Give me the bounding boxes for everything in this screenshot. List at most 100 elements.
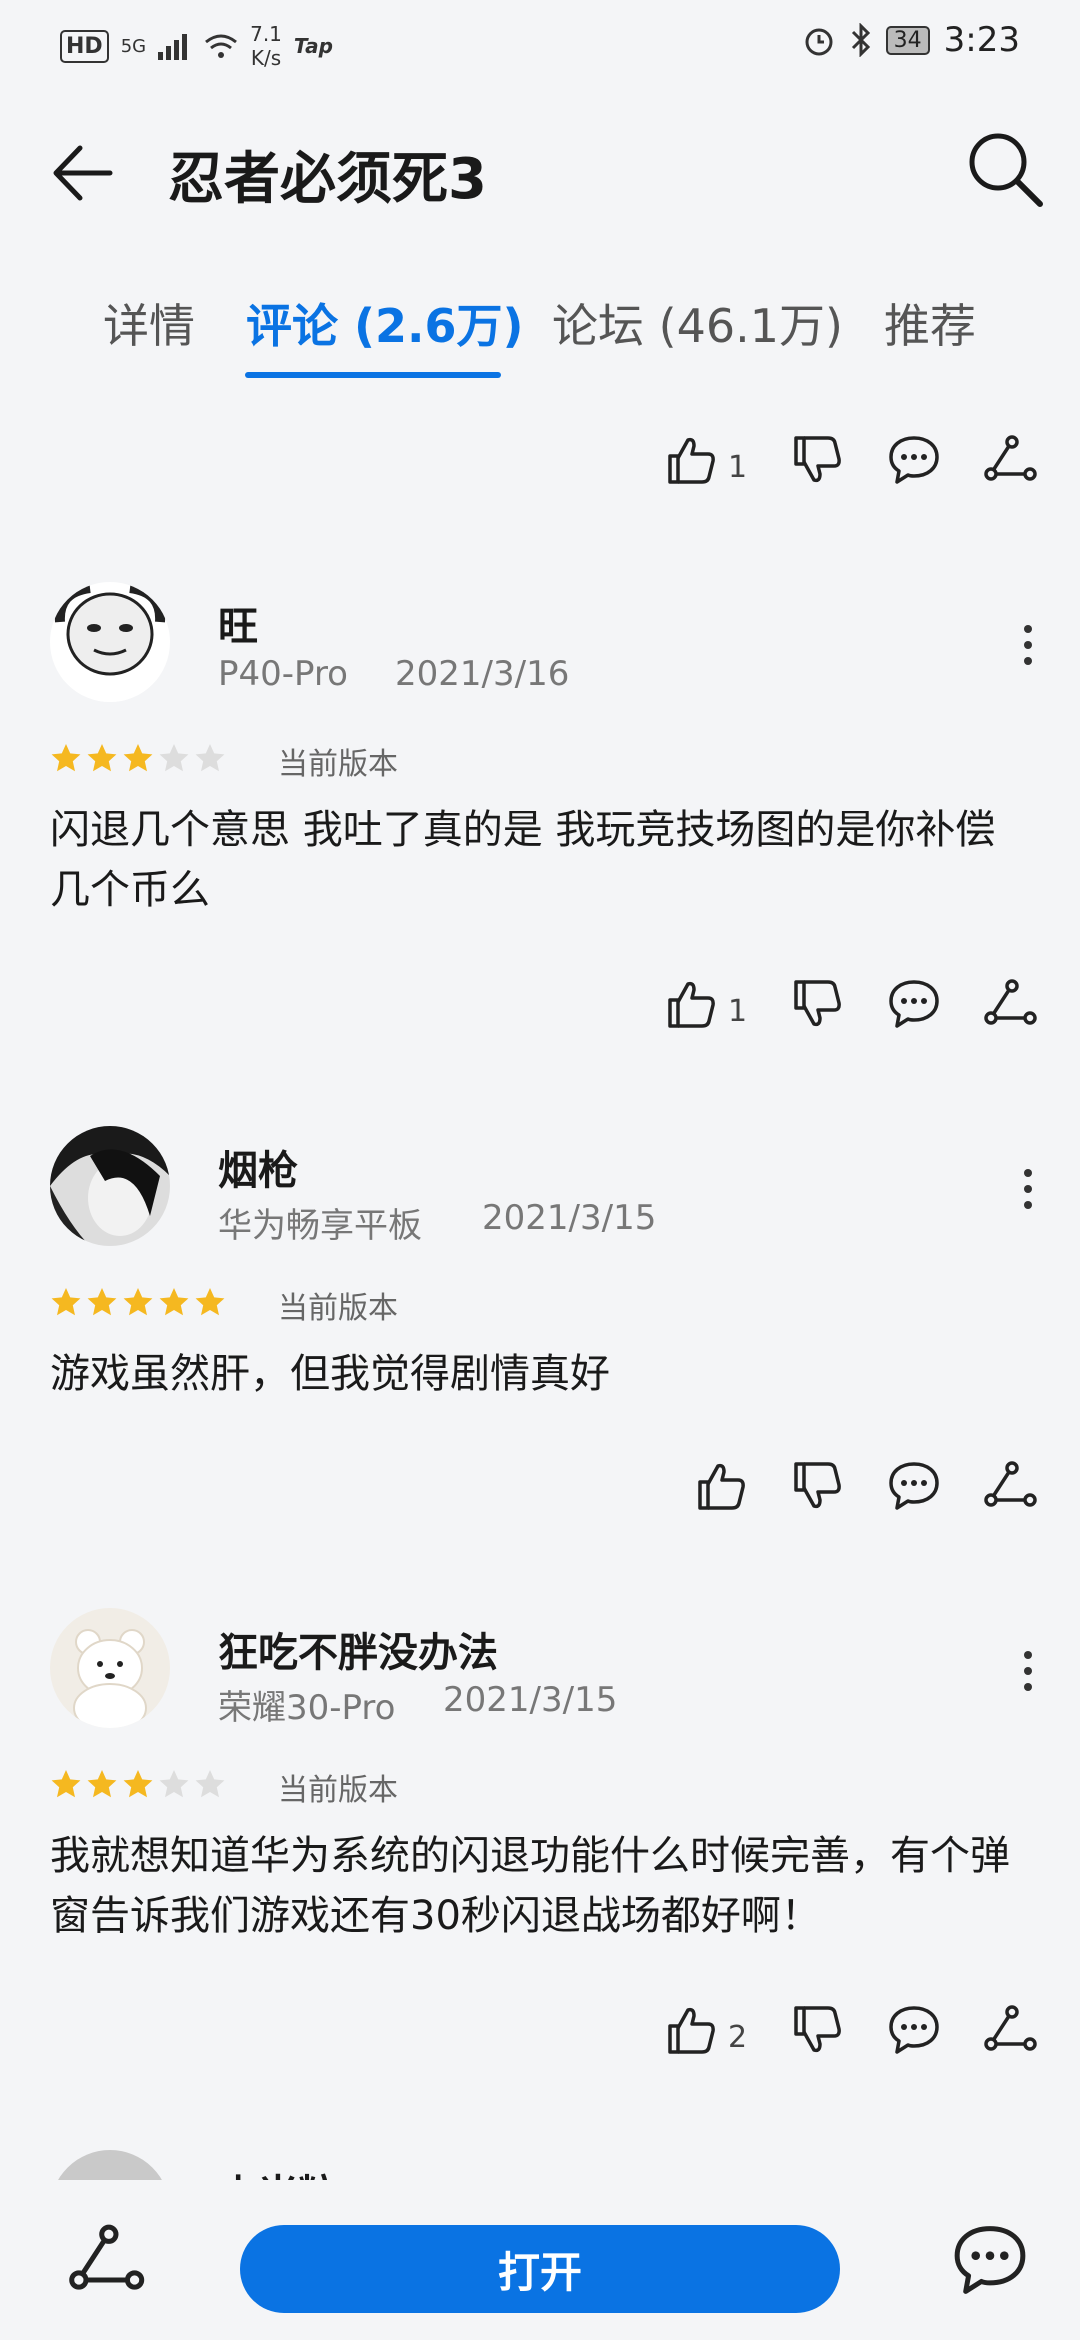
device-name: P40-Pro (218, 654, 348, 694)
share-icon (982, 2002, 1038, 2058)
tab-forum[interactable]: 论坛 (46.1万) (552, 290, 843, 356)
review-text: 游戏虽然肝，但我觉得剧情真好 (50, 1351, 610, 1397)
chat-button[interactable] (950, 2220, 1030, 2300)
like-button[interactable] (664, 2002, 734, 2072)
user-name[interactable]: 烟枪 (218, 1138, 298, 1196)
avatar-image (50, 1126, 170, 1246)
like-button[interactable] (664, 976, 734, 1046)
more-icon-dot (1024, 657, 1032, 665)
share-app-button[interactable] (66, 2220, 146, 2300)
more-icon-dot (1024, 1201, 1032, 1209)
net-speed: 7.1 K/s (250, 22, 282, 70)
more-icon (1024, 1169, 1032, 1177)
more-icon (1024, 1651, 1032, 1659)
avatar-image (50, 1608, 170, 1728)
thumbs-down-icon (790, 432, 846, 488)
star-filled-icon (86, 1286, 118, 1318)
more-options-button[interactable] (998, 610, 1058, 680)
review-text: 我就想知道华为系统的闪退功能什么时候完善，有个弹窗告诉我们游戏还有30秒闪退战场… (50, 1833, 1010, 1939)
bottom-bar: 打开 (0, 2180, 1080, 2340)
star-filled-icon (158, 1286, 190, 1318)
comment-icon (886, 1458, 942, 1514)
thumbs-up-icon (664, 976, 720, 1032)
share-button[interactable] (982, 2002, 1052, 2072)
version-label: 当前版本 (278, 1773, 398, 1808)
review-item: 旺 P40-Pro 2021/3/16 当前版本 闪退几个意思 我吐了真的是 我… (0, 582, 1080, 1042)
tab-details[interactable]: 详情 (103, 290, 195, 356)
star-filled-icon (86, 742, 118, 774)
like-count: 1 (728, 450, 748, 485)
star-filled-icon (122, 1768, 154, 1800)
star-filled-icon (122, 1286, 154, 1318)
version-label: 当前版本 (278, 747, 398, 782)
wifi-icon (205, 34, 238, 58)
reply-button[interactable] (886, 432, 956, 502)
share-icon (982, 1458, 1038, 1514)
thumbs-up-icon (694, 1458, 750, 1514)
like-button[interactable] (664, 432, 734, 502)
more-options-button[interactable] (998, 1636, 1058, 1706)
avatar[interactable] (50, 1126, 170, 1246)
more-icon-dot (1024, 1185, 1032, 1193)
rating-stars (50, 1768, 226, 1800)
reply-button[interactable] (886, 1458, 956, 1528)
device-name: 荣耀30-Pro (218, 1688, 396, 1728)
review-date: 2021/3/15 (482, 1198, 657, 1238)
more-icon (1024, 625, 1032, 633)
clock: 3:23 (943, 20, 1020, 60)
like-count: 2 (728, 2020, 748, 2055)
more-icon-dot (1024, 1683, 1032, 1691)
tab-recommend[interactable]: 推荐 (884, 290, 976, 356)
status-bar: HD 5G 7.1 K/s Tap 34 3:23 (0, 0, 1080, 80)
more-icon-dot (1024, 1667, 1032, 1675)
dislike-button[interactable] (790, 976, 860, 1046)
alarm-icon (805, 28, 833, 56)
review-date: 2021/3/16 (395, 654, 570, 694)
version-label: 当前版本 (278, 1291, 398, 1326)
review-item: 狂吃不胖没办法 荣耀30-Pro 2021/3/15 当前版本 我就想知道华为系… (0, 1608, 1080, 2068)
review-date: 2021/3/15 (443, 1680, 618, 1720)
like-button[interactable] (694, 1458, 764, 1528)
page-title: 忍者必须死3 (168, 147, 487, 212)
review-text: 闪退几个意思 我吐了真的是 我玩竞技场图的是你补偿几个币么 (50, 807, 996, 913)
status-right: 34 3:23 (802, 20, 1020, 60)
user-name[interactable]: 狂吃不胖没办法 (218, 1620, 498, 1678)
share-button[interactable] (982, 432, 1052, 502)
reply-button[interactable] (886, 976, 956, 1046)
dislike-button[interactable] (790, 2002, 860, 2072)
net-speed-value: 7.1 (250, 22, 282, 46)
tab-bar: 详情 评论 (2.6万) 论坛 (46.1万) 推荐 (0, 290, 1080, 380)
dislike-button[interactable] (790, 432, 860, 502)
more-icon-dot (1024, 641, 1032, 649)
back-button[interactable] (40, 128, 130, 218)
action-row: 1 (0, 976, 1080, 1056)
star-filled-icon (50, 1286, 82, 1318)
device-name: 华为畅享平板 (218, 1206, 422, 1246)
star-filled-icon (86, 1768, 118, 1800)
reply-button[interactable] (886, 2002, 956, 2072)
avatar[interactable] (50, 582, 170, 702)
tap-icon: Tap (293, 34, 333, 58)
dislike-button[interactable] (790, 1458, 860, 1528)
tab-reviews[interactable]: 评论 (2.6万) (246, 290, 524, 356)
avatar[interactable] (50, 1608, 170, 1728)
share-button[interactable] (982, 1458, 1052, 1528)
star-empty-icon (194, 1768, 226, 1800)
open-button[interactable]: 打开 (240, 2225, 840, 2313)
bluetooth-icon (851, 23, 870, 57)
like-count: 1 (728, 994, 748, 1029)
more-options-button[interactable] (998, 1154, 1058, 1224)
search-button[interactable] (960, 124, 1050, 214)
tab-indicator (245, 372, 501, 378)
rating-stars (50, 742, 226, 774)
star-filled-icon (194, 1286, 226, 1318)
share-button[interactable] (982, 976, 1052, 1046)
review-item: 烟枪 华为畅享平板 2021/3/15 当前版本 游戏虽然肝，但我觉得剧情真好 (0, 1126, 1080, 1486)
star-empty-icon (194, 742, 226, 774)
share-icon (66, 2220, 146, 2300)
rating-stars (50, 1286, 226, 1318)
app-header: 忍者必须死3 (0, 110, 1080, 220)
share-icon (982, 432, 1038, 488)
hd-badge: HD (60, 29, 109, 63)
user-name[interactable]: 旺 (218, 594, 258, 652)
